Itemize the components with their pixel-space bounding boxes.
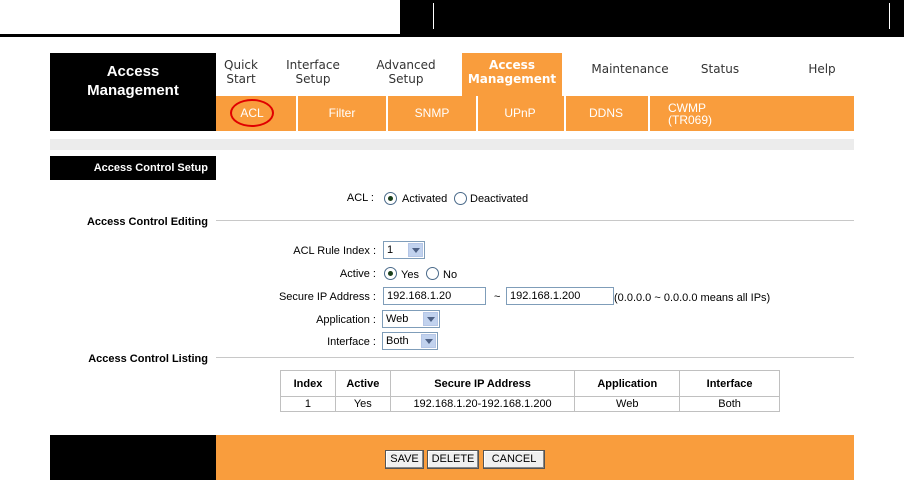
column-header: Secure IP Address [389,370,576,397]
nav-advanced-setup[interactable]: Advanced Setup [366,53,446,96]
cancel-button[interactable]: CANCEL [483,450,545,469]
active-yes-radio[interactable] [384,267,397,280]
application-value: Web [386,313,409,325]
acl-table: Index Active Secure IP Address Applicati… [280,370,780,412]
rule-index-label: ACL Rule Index : [293,245,376,257]
acl-activated-radio[interactable] [384,192,397,205]
nav-maintenance[interactable]: Maintenance [580,53,680,96]
rule-index-select[interactable]: 1 [383,241,425,259]
tab-divider [296,96,298,131]
chevron-down-icon [421,334,436,348]
tab-label: Filter [328,106,356,120]
tab-cwmp[interactable]: CWMP (TR069) [668,96,728,131]
tab-snmp[interactable]: SNMP [402,96,462,131]
active-no-label: No [443,269,458,281]
tab-ddns[interactable]: DDNS [578,96,634,131]
table-row: 1 Yes 192.168.1.20-192.168.1.200 Web Bot… [280,396,780,412]
table-header-row: Index Active Secure IP Address Applicati… [280,370,780,397]
secure-ip-label: Secure IP Address : [278,291,376,303]
column-header: Interface [679,370,780,397]
active-label: Active : [339,268,376,280]
tab-divider [648,96,650,131]
section-access-control-setup: Access Control Setup [50,156,216,180]
ip-hint: (0.0.0.0 ~ 0.0.0.0 means all IPs) [614,292,771,304]
ip-range-separator: ~ [494,291,501,303]
tab-label: SNMP [414,106,450,120]
column-header: Index [280,370,336,397]
acl-activated-label: Activated [402,193,448,205]
section-access-control-listing: Access Control Listing [88,353,208,365]
acl-label: ACL : [346,192,374,204]
tab-label: (TR069) [668,113,713,127]
nav-label: Setup [388,72,424,86]
top-banner [0,0,904,37]
save-button[interactable]: SAVE [385,450,424,469]
tab-divider [386,96,388,131]
tab-label: UPnP [504,106,536,120]
tab-filter[interactable]: Filter [312,96,372,131]
tab-divider [476,96,478,131]
application-select[interactable]: Web [382,310,440,328]
nav-label: Management [467,72,557,86]
delete-button[interactable]: DELETE [427,450,479,469]
nav-label: Advanced [376,58,436,72]
active-no-radio[interactable] [426,267,439,280]
active-yes-label: Yes [401,269,419,281]
table-cell: Yes [334,396,391,412]
table-cell: 192.168.1.20-192.168.1.200 [389,396,576,412]
table-cell: 1 [280,396,336,412]
interface-label: Interface : [327,336,376,348]
footer-left [50,435,216,480]
nav-label: Interface [286,58,340,72]
tab-label: DDNS [588,106,623,120]
nav-access-management[interactable]: Access Management [462,53,562,96]
acl-deactivated-radio[interactable] [454,192,467,205]
tab-upnp[interactable]: UPnP [490,96,550,131]
tab-divider [564,96,566,131]
banner-blank [0,0,400,34]
section-access-control-editing: Access Control Editing [86,216,208,228]
nav-label: Maintenance [591,62,669,76]
nav-quick-start[interactable]: Quick Start [216,53,266,96]
secure-ip-start-input[interactable]: 192.168.1.20 [383,287,486,305]
table-cell: Both [679,396,780,412]
secure-ip-end-input[interactable]: 192.168.1.200 [506,287,614,305]
nav-label: Quick [224,58,258,72]
column-header: Application [574,370,681,397]
nav-label: Setup [295,72,331,86]
divider [216,220,854,221]
table-cell: Web [574,396,681,412]
section-title-line2: Management [87,82,179,99]
divider [216,357,854,358]
highlight-circle [230,99,274,127]
section-title-line1: Access [106,63,160,80]
interface-select[interactable]: Both [382,332,438,350]
column-header: Active [334,370,391,397]
main-nav: Quick Start Interface Setup Advanced Set… [216,53,854,96]
nav-label: Status [700,62,740,76]
acl-deactivated-label: Deactivated [470,193,529,205]
application-label: Application : [316,314,376,326]
interface-value: Both [386,335,409,347]
nav-label: Help [808,62,836,76]
banner-divider [889,3,890,29]
sub-nav: ACL Filter SNMP UPnP DDNS CWMP (TR069) [216,96,854,131]
nav-help[interactable]: Help [802,53,842,96]
rule-index-value: 1 [387,244,394,256]
nav-interface-setup[interactable]: Interface Setup [278,53,348,96]
nav-label: Access [489,58,535,72]
banner-divider [433,3,434,29]
left-column [50,150,216,435]
spacer-band [50,139,854,150]
nav-status[interactable]: Status [692,53,748,96]
chevron-down-icon [423,312,438,326]
chevron-down-icon [408,243,423,257]
nav-label: Start [226,72,256,86]
